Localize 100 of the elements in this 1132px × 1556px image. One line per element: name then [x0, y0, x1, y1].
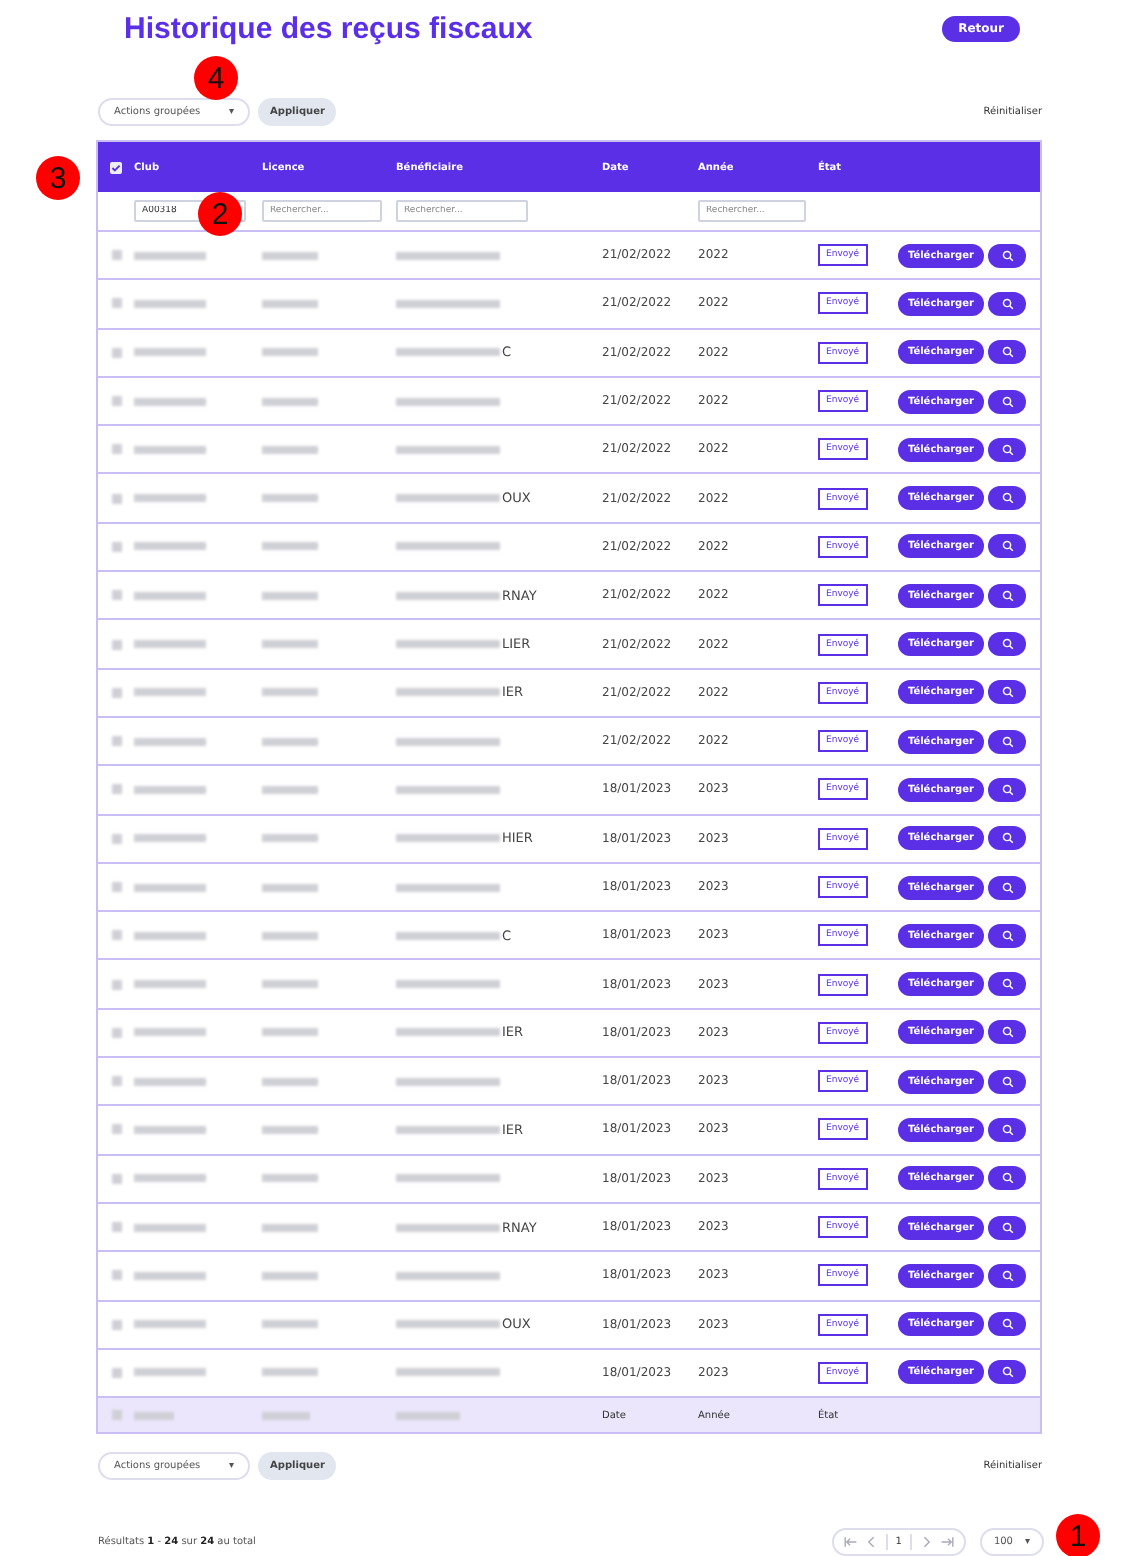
blurred-text: [396, 494, 500, 503]
annotation-marker: 1: [1056, 1514, 1100, 1556]
blurred-text: [134, 688, 206, 697]
blurred-text: [396, 1028, 500, 1037]
search-button[interactable]: [988, 583, 1026, 608]
blurred-text: [134, 397, 206, 406]
search-icon: [1001, 395, 1013, 408]
blurred-text: [396, 1077, 500, 1086]
blurred-text: [396, 883, 500, 891]
blurred-patch: [111, 1124, 121, 1135]
search-button[interactable]: [988, 389, 1026, 414]
blurred-patch: [111, 250, 121, 261]
blurred-patch: [111, 347, 121, 358]
search-button[interactable]: [988, 875, 1026, 899]
blurred-text: [262, 737, 318, 746]
blurred-text: [396, 640, 500, 649]
blurred-text: [262, 931, 318, 940]
search-button[interactable]: [988, 680, 1026, 705]
blurred-text: [134, 251, 206, 260]
blurred-text: [262, 688, 318, 697]
blurred-text: [134, 1271, 206, 1280]
search-button[interactable]: [988, 1069, 1026, 1094]
search-button[interactable]: [988, 437, 1026, 462]
blurred-text: [262, 591, 318, 600]
blurred-patch: [111, 1222, 121, 1233]
search-icon: [1001, 783, 1013, 796]
blurred-patch: [111, 833, 121, 844]
search-icon: [1001, 1366, 1013, 1379]
blurred-text: [396, 1223, 500, 1232]
search-icon: [1001, 881, 1013, 893]
blurred-text: [396, 1320, 500, 1329]
blurred-patch: [111, 1076, 121, 1087]
blurred-text: [262, 1077, 318, 1086]
blurred-text: [134, 348, 206, 357]
search-button[interactable]: [988, 972, 1026, 997]
blurred-text: [396, 931, 500, 940]
blurred-text: [396, 348, 500, 357]
search-button[interactable]: [988, 340, 1026, 365]
blurred-text: [396, 251, 500, 260]
blurred-text: [396, 688, 500, 697]
blurred-patch: [111, 639, 121, 650]
blurred-text: [396, 1125, 500, 1134]
blurred-text: [134, 883, 206, 891]
blurred-text: [396, 591, 500, 600]
search-button[interactable]: [988, 1215, 1026, 1240]
blurred-text: [262, 1174, 318, 1183]
annotation-marker: 3: [36, 156, 80, 200]
search-button[interactable]: [988, 1166, 1026, 1191]
blurred-text: [396, 737, 500, 746]
blurred-text: [134, 785, 206, 794]
search-button[interactable]: [988, 1263, 1026, 1288]
blurred-patch: [111, 541, 121, 552]
blurred-text: [134, 1077, 206, 1086]
search-icon: [1001, 589, 1013, 602]
search-button[interactable]: [988, 729, 1026, 754]
blurred-text: [134, 834, 206, 843]
blurred-text: [262, 785, 318, 794]
blurred-patch: [111, 784, 121, 795]
search-button[interactable]: [988, 632, 1026, 657]
blurred-patch: [111, 736, 121, 747]
annotation-marker: 4: [194, 56, 238, 100]
blurred-text: [262, 542, 318, 551]
search-icon: [1001, 735, 1013, 748]
search-button[interactable]: [988, 291, 1026, 316]
blurred-text: [134, 931, 206, 940]
search-icon: [1001, 540, 1013, 553]
blurred-patch: [111, 396, 121, 407]
blurred-text: [134, 640, 206, 649]
blurred-text: [134, 542, 206, 551]
blurred-text: [262, 494, 318, 503]
search-button[interactable]: [988, 826, 1026, 851]
search-button[interactable]: [988, 777, 1026, 802]
blurred-text: [262, 445, 318, 454]
select-all-checkbox[interactable]: [110, 161, 122, 173]
search-icon: [1001, 1221, 1013, 1234]
blurred-text: [262, 299, 318, 308]
search-button[interactable]: [988, 1312, 1026, 1337]
blurred-patch: [111, 687, 121, 698]
search-button[interactable]: [988, 243, 1026, 268]
last-page-icon: [939, 1534, 956, 1551]
blurred-text: [262, 1223, 318, 1232]
blurred-text: [134, 591, 206, 600]
blurred-text: [134, 1320, 206, 1329]
blurred-text: [262, 1028, 318, 1037]
blurred-text: [262, 1271, 318, 1280]
search-button[interactable]: [988, 1360, 1026, 1385]
blurred-patch: [111, 1173, 121, 1184]
search-icon: [1001, 1318, 1013, 1331]
search-button[interactable]: [988, 486, 1026, 511]
search-button[interactable]: [988, 1117, 1026, 1142]
search-icon: [1001, 1026, 1013, 1039]
first-page-icon: [841, 1534, 858, 1551]
search-button[interactable]: [988, 1020, 1026, 1045]
blurred-text: [396, 1174, 500, 1183]
blurred-text: [134, 1368, 206, 1377]
search-button[interactable]: [988, 923, 1026, 948]
blurred-patch: [111, 979, 121, 990]
blurred-text: [262, 1411, 310, 1420]
blurred-text: [134, 1125, 206, 1134]
search-button[interactable]: [988, 534, 1026, 559]
